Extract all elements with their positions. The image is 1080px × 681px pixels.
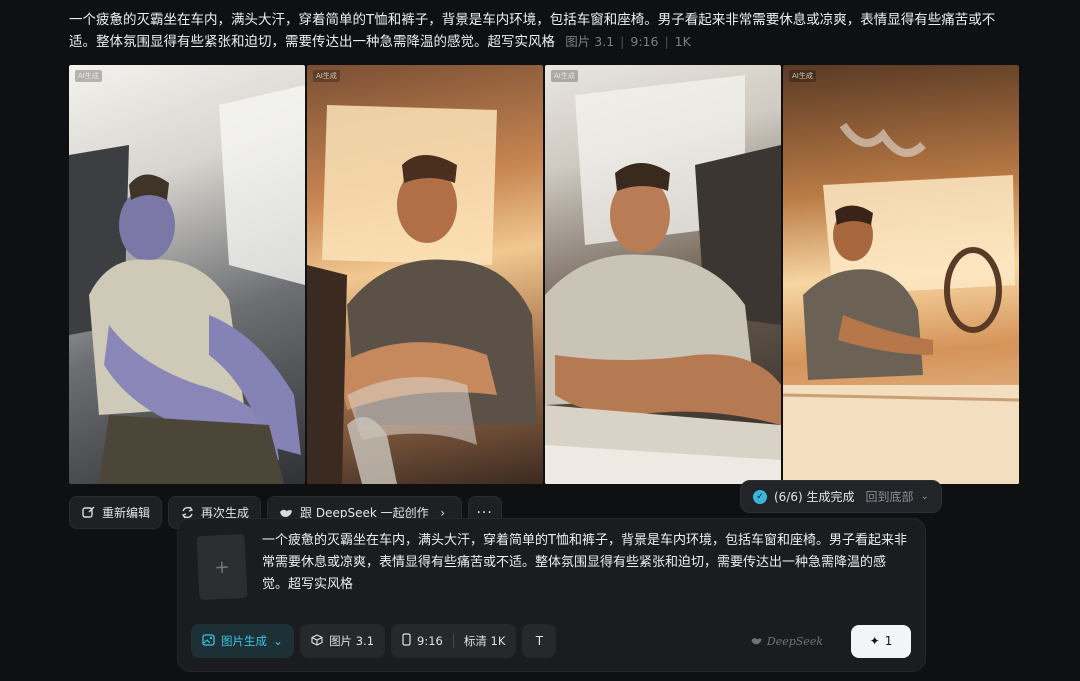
deepseek-brand: DeepSeek [766, 634, 823, 648]
deepseek-logo: DeepSeek [750, 635, 823, 648]
resolution-meta: 1K [674, 34, 691, 49]
image-1-tag: AI生成 [75, 70, 102, 82]
prompt-header: 一个疲惫的灭霸坐在车内，满头大汗，穿着简单的T恤和裤子，背景是车内环境，包括车窗… [69, 9, 1019, 53]
generated-image-1[interactable]: AI生成 [69, 65, 305, 484]
edit-icon [81, 506, 95, 520]
generated-image-4[interactable]: AI生成 [783, 65, 1019, 484]
chevron-down-icon: ⌄ [273, 634, 284, 648]
image-2-tag: AI生成 [313, 70, 340, 82]
check-circle-icon: ✓ [753, 489, 767, 504]
prompt-composer: + 一个疲惫的灭霸坐在车内，满头大汗，穿着简单的T恤和裤子，背景是车内环境，包括… [177, 518, 926, 672]
text-tool-button[interactable]: T [522, 624, 557, 658]
image-4-tag: AI生成 [789, 70, 816, 82]
ratio-quality-select[interactable]: 9:16 标清 1K [391, 624, 517, 658]
sparkle-icon: ✦ [869, 634, 880, 648]
cube-icon [311, 633, 323, 649]
prompt-input[interactable]: 一个疲惫的灭霸坐在车内，满头大汗，穿着简单的T恤和裤子，背景是车内环境，包括车窗… [262, 530, 910, 596]
model-select[interactable]: 图片 3.1 [300, 624, 386, 658]
model-meta: 图片 3.1 [565, 34, 615, 49]
image-generate-icon [202, 633, 215, 649]
image-2-illustration [307, 105, 537, 484]
generated-image-3[interactable]: AI生成 [545, 65, 781, 484]
jump-to-bottom-link[interactable]: 回到底部 [866, 488, 914, 505]
quality-label: 标清 1K [463, 634, 506, 648]
model-label: 图片 3.1 [329, 634, 375, 648]
ratio-label: 9:16 [417, 634, 443, 648]
phone-ratio-icon [402, 633, 411, 649]
page: 一个疲惫的灭霸坐在车内，满头大汗，穿着简单的T恤和裤子，背景是车内环境，包括车窗… [0, 0, 1080, 681]
reedit-button[interactable]: 重新编辑 [69, 496, 163, 529]
reedit-label: 重新编辑 [102, 506, 151, 520]
mode-label: 图片生成 [221, 634, 267, 648]
composer-toolbar: 图片生成 ⌄ 图片 3.1 9:16 标清 1K T DeepSeek ✦ 1 [191, 624, 911, 658]
prompt-text: 一个疲惫的灭霸坐在车内，满头大汗，穿着简单的T恤和裤子，背景是车内环境，包括车窗… [69, 12, 996, 50]
ratio-meta: 9:16 [630, 34, 659, 49]
text-tool-icon: T [535, 634, 544, 648]
image-1-illustration [69, 85, 305, 484]
plus-icon: + [213, 556, 231, 578]
generation-status-pill: ✓ (6/6) 生成完成 回到底部 ⌄ [740, 480, 942, 513]
mode-select[interactable]: 图片生成 ⌄ [191, 624, 295, 658]
chevron-double-down-icon[interactable]: ⌄ [921, 491, 929, 502]
image-3-tag: AI生成 [551, 70, 578, 82]
status-progress: (6/6) 生成完成 [774, 490, 855, 504]
image-grid: AI生成 AI生成 AI生成 AI生成 [69, 65, 1019, 484]
generated-image-2[interactable]: AI生成 [307, 65, 543, 484]
prompt-meta: 图片 3.1 | 9:16 | 1K [565, 34, 691, 49]
image-4-illustration [783, 122, 1019, 484]
generate-count: 1 [884, 634, 893, 648]
generate-button[interactable]: ✦ 1 [851, 624, 911, 658]
reference-image-upload[interactable]: + [196, 533, 248, 601]
image-3-illustration [545, 75, 781, 484]
